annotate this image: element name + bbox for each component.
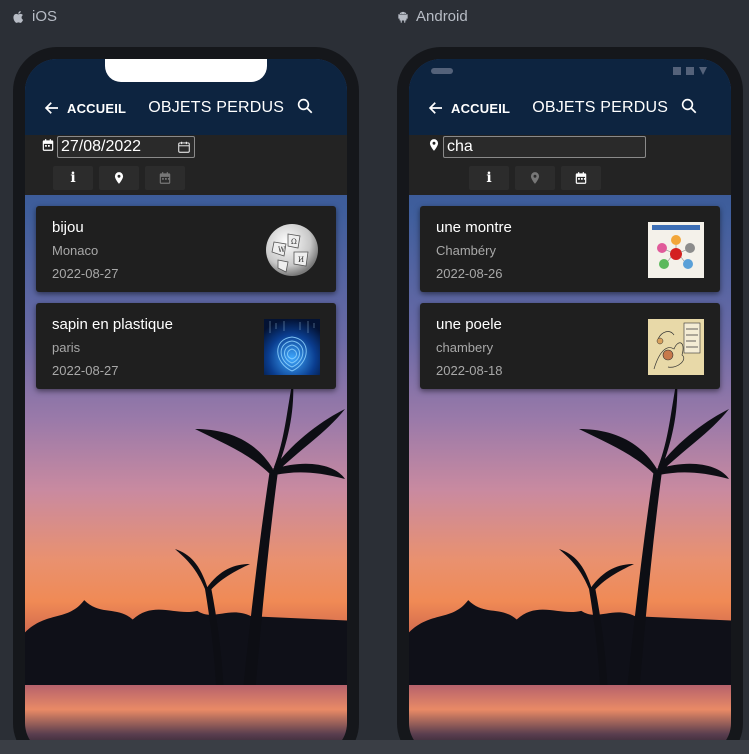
tab-date[interactable]: [145, 166, 185, 190]
tab-info[interactable]: i: [53, 166, 93, 190]
platform-label-android: Android: [396, 8, 468, 25]
svg-text:И: И: [298, 256, 304, 264]
blue-fingerprint-image: [264, 319, 320, 375]
android-screen: ACCUEIL OBJETS PERDUS cha i une montre C…: [409, 59, 731, 754]
list-item[interactable]: une poele chambery 2022-08-18: [420, 303, 720, 389]
svg-text:W: W: [278, 246, 286, 254]
page-title: OBJETS PERDUS: [532, 99, 669, 116]
back-button-label: ACCUEIL: [451, 100, 511, 116]
search-button[interactable]: [296, 97, 316, 117]
list-item[interactable]: sapin en plastique paris 2022-08-27: [36, 303, 336, 389]
page-title: OBJETS PERDUS: [148, 99, 285, 116]
wikipedia-globe-image: W Ω И: [264, 222, 320, 278]
calendar-icon: [575, 172, 587, 184]
filter-bar: 27/08/2022 i: [25, 135, 347, 195]
location-filter-input[interactable]: cha: [443, 136, 646, 158]
calendar-icon: [159, 172, 171, 184]
item-list: bijou Monaco 2022-08-27 W Ω И sapin en p…: [36, 206, 336, 400]
ios-screen: ACCUEIL OBJETS PERDUS 27/08/2022 i bijou…: [25, 59, 347, 754]
signal-triangle-icon: [699, 67, 707, 75]
svg-text:Ω: Ω: [291, 238, 297, 246]
ios-notch: [105, 59, 267, 82]
tab-date[interactable]: [561, 166, 601, 190]
list-item[interactable]: une montre Chambéry 2022-08-26: [420, 206, 720, 292]
bottom-panel-edge: [0, 740, 749, 754]
tab-location[interactable]: [99, 166, 139, 190]
status-square-icon: [686, 67, 694, 75]
search-icon: [297, 98, 313, 114]
map-marker-icon: [429, 139, 439, 151]
comic-illustration-image: [648, 319, 704, 375]
search-button[interactable]: [680, 97, 700, 117]
back-button[interactable]: ACCUEIL: [427, 99, 510, 117]
date-filter-input[interactable]: 27/08/2022: [57, 136, 195, 158]
search-icon: [681, 98, 697, 114]
colorful-diagram-image: [648, 222, 704, 278]
back-button[interactable]: ACCUEIL: [43, 99, 126, 117]
android-icon: [398, 11, 408, 23]
filter-row: 27/08/2022: [41, 136, 195, 158]
info-icon: i: [70, 170, 76, 186]
status-square-icon: [673, 67, 681, 75]
platform-label-text: Android: [416, 8, 468, 25]
filter-tabs: i: [53, 166, 185, 190]
platform-label-text: iOS: [32, 8, 58, 25]
date-filter-value: 27/08/2022: [61, 138, 142, 155]
arrow-left-icon: [44, 102, 58, 114]
item-list: une montre Chambéry 2022-08-26 une poele…: [420, 206, 720, 400]
map-marker-icon: [114, 172, 124, 184]
tab-location[interactable]: [515, 166, 555, 190]
calendar-icon: [42, 139, 54, 151]
status-icons: [673, 67, 707, 75]
tab-info[interactable]: i: [469, 166, 509, 190]
ios-phone-frame: ACCUEIL OBJETS PERDUS 27/08/2022 i bijou…: [13, 47, 359, 754]
list-item[interactable]: bijou Monaco 2022-08-27 W Ω И: [36, 206, 336, 292]
platform-label-ios: iOS: [12, 8, 57, 25]
info-icon: i: [486, 170, 492, 186]
android-status-bar: [409, 59, 731, 83]
filter-row: cha: [427, 136, 646, 158]
arrow-left-icon: [428, 102, 442, 114]
filter-tabs: i: [469, 166, 601, 190]
apple-icon: [13, 10, 24, 23]
back-button-label: ACCUEIL: [67, 100, 127, 116]
android-phone-frame: ACCUEIL OBJETS PERDUS cha i une montre C…: [397, 47, 743, 754]
map-marker-icon: [530, 172, 540, 184]
location-filter-value: cha: [447, 138, 473, 155]
calendar-picker-icon[interactable]: [177, 140, 191, 154]
status-pill: [431, 68, 453, 74]
filter-bar: cha i: [409, 135, 731, 195]
